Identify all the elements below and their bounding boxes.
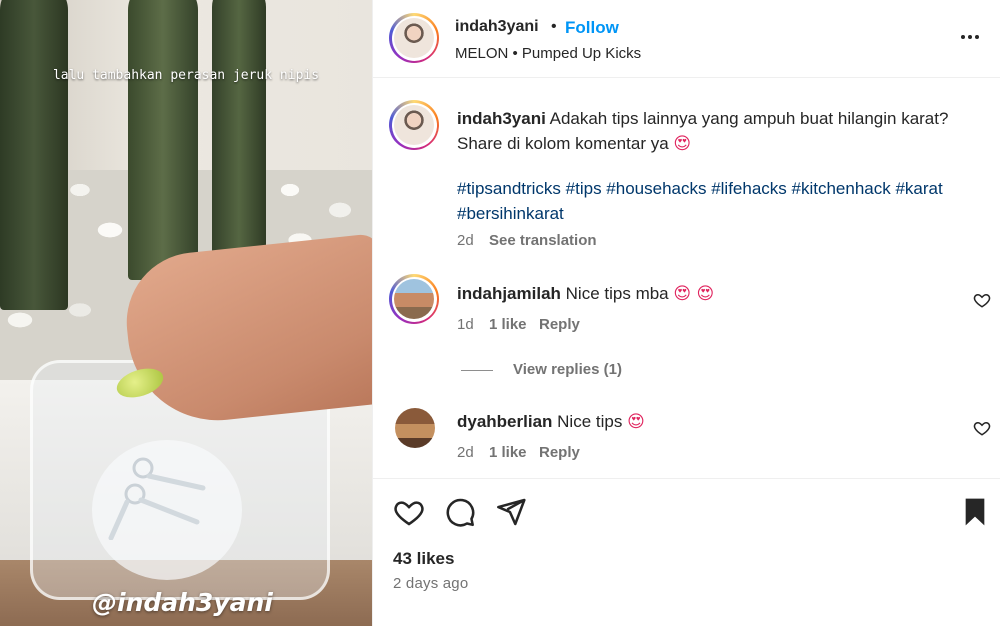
heart-eyes-emoji: 😍 xyxy=(627,412,645,432)
view-replies-button[interactable]: View replies (1) xyxy=(513,361,622,378)
heart-eyes-emoji: 😍 😍 xyxy=(673,284,715,304)
comment-text: Nice tips xyxy=(557,412,623,431)
video-watermark: @indah3yani xyxy=(92,588,273,617)
author-username[interactable]: indah3yani xyxy=(455,18,539,36)
replies-divider xyxy=(461,370,493,371)
comment-likes[interactable]: 1 like xyxy=(489,316,527,333)
hashtags[interactable]: #bersihinkarat xyxy=(457,201,564,226)
post-actions: 43 likes 2 days ago xyxy=(373,478,1000,626)
more-options-icon[interactable] xyxy=(955,22,985,52)
media-plant xyxy=(128,0,198,280)
comment-username[interactable]: indahjamilah xyxy=(457,284,561,303)
bookmark-icon[interactable] xyxy=(959,496,991,528)
comment-text: Nice tips mba xyxy=(565,284,669,303)
comment-like-icon[interactable] xyxy=(973,291,991,309)
comment-line: indahjamilah Nice tips mba 😍 😍 xyxy=(457,281,714,307)
caption-line-2: Share di kolom komentar ya 😍 xyxy=(457,131,691,157)
share-icon[interactable] xyxy=(495,496,527,528)
caption-line-1: indah3yani Adakah tips lainnya yang ampu… xyxy=(457,106,948,131)
media-plant xyxy=(212,0,266,280)
comment-time[interactable]: 1d xyxy=(457,316,474,333)
audio-track[interactable]: MELON • Pumped Up Kicks xyxy=(455,45,641,62)
heart-eyes-emoji: 😍 xyxy=(673,134,692,154)
comment-icon[interactable] xyxy=(444,496,476,528)
reply-button[interactable]: Reply xyxy=(539,444,580,461)
avatar[interactable] xyxy=(389,274,439,324)
caption-text-2: Share di kolom komentar ya xyxy=(457,134,669,153)
comment-like-icon[interactable] xyxy=(973,419,991,437)
avatar[interactable] xyxy=(389,100,439,150)
hashtags[interactable]: #tipsandtricks #tips #househacks #lifeha… xyxy=(457,176,943,201)
comment-likes[interactable]: 1 like xyxy=(489,444,527,461)
caption-time[interactable]: 2d xyxy=(457,232,474,249)
caption-text: Adakah tips lainnya yang ampuh buat hila… xyxy=(549,109,949,128)
separator-dot: • xyxy=(551,18,557,35)
see-translation-button[interactable]: See translation xyxy=(489,232,597,249)
caption-username[interactable]: indah3yani xyxy=(457,109,546,128)
comment-time[interactable]: 2d xyxy=(457,444,474,461)
post-detail-panel: indah3yani • Follow MELON • Pumped Up Ki… xyxy=(372,0,1000,626)
post-header: indah3yani • Follow MELON • Pumped Up Ki… xyxy=(373,0,1000,78)
post-media[interactable]: lalu tambahkan perasan jeruk nipis @inda… xyxy=(0,0,372,626)
follow-button[interactable]: Follow xyxy=(565,18,619,38)
video-overlay-caption: lalu tambahkan perasan jeruk nipis xyxy=(52,68,320,83)
likes-count[interactable]: 43 likes xyxy=(393,549,454,569)
reply-button[interactable]: Reply xyxy=(539,316,580,333)
post-date[interactable]: 2 days ago xyxy=(393,575,468,592)
heart-icon[interactable] xyxy=(393,496,425,528)
comment-line: dyahberlian Nice tips 😍 xyxy=(457,409,645,435)
media-plant xyxy=(0,0,68,310)
comment-username[interactable]: dyahberlian xyxy=(457,412,552,431)
avatar[interactable] xyxy=(389,13,439,63)
avatar[interactable] xyxy=(395,408,435,448)
